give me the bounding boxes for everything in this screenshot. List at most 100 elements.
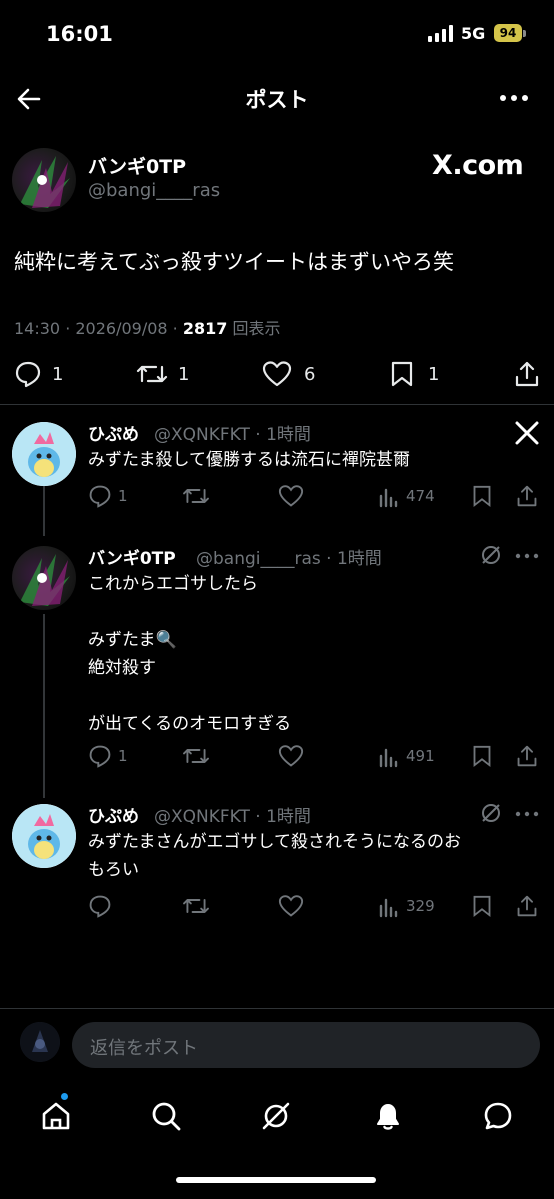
thread-line — [43, 614, 45, 798]
view-count: 491 — [406, 747, 435, 765]
divider — [0, 404, 554, 405]
avatar[interactable] — [20, 1022, 60, 1062]
reply-count: 1 — [118, 487, 128, 505]
bookmark-button[interactable] — [472, 744, 492, 768]
notification-dot — [61, 1093, 68, 1100]
more-dots-icon[interactable] — [514, 546, 540, 566]
views-button[interactable] — [378, 896, 400, 918]
share-button[interactable] — [516, 744, 538, 768]
grok-icon[interactable] — [480, 802, 502, 824]
reply-handle-time[interactable]: @XQNKFKT · 1時間 — [154, 420, 311, 445]
views-button[interactable] — [378, 486, 400, 508]
author-handle[interactable]: @bangi____ras — [88, 180, 220, 201]
repost-button[interactable] — [182, 484, 210, 508]
reply-handle-time[interactable]: @bangi____ras · 1時間 — [196, 544, 382, 569]
avatar-art-icon — [20, 554, 70, 606]
view-count: 2817 — [182, 319, 228, 338]
reply-author-name[interactable]: ひぷめ — [88, 420, 139, 445]
share-icon — [517, 745, 537, 767]
nav-search[interactable] — [150, 1100, 182, 1132]
comment-icon — [15, 361, 41, 388]
repost-count: 1 — [178, 364, 190, 385]
like-button[interactable] — [278, 484, 304, 508]
more-dots-icon[interactable] — [514, 804, 540, 824]
like-button[interactable] — [278, 744, 304, 768]
analytics-icon — [379, 748, 398, 768]
like-button[interactable] — [262, 360, 292, 388]
reply-author-name[interactable]: ひぷめ — [88, 802, 139, 827]
heart-icon — [278, 745, 304, 767]
bookmark-button[interactable] — [472, 484, 492, 508]
home-indicator — [176, 1177, 376, 1183]
brand-text: X.com — [432, 150, 524, 181]
reply-input-placeholder[interactable]: 返信をポスト — [90, 1034, 198, 1060]
avatar[interactable] — [12, 422, 76, 486]
status-time: 16:01 — [46, 22, 113, 46]
reply-count: 1 — [52, 364, 64, 385]
reply-author-name[interactable]: バンギ0TP — [88, 544, 176, 569]
grok-icon[interactable] — [480, 544, 502, 566]
analytics-icon — [379, 488, 398, 508]
thread-line — [43, 486, 45, 536]
more-dots-icon — [500, 95, 528, 101]
view-count: 329 — [406, 897, 435, 915]
bookmark-icon — [473, 745, 491, 768]
post-detail-screen: 16:01 5G 94 ポスト バンギ0TP @bangi____ras X.c… — [0, 0, 554, 1199]
bookmark-button[interactable] — [472, 894, 492, 918]
chat-icon — [484, 1102, 512, 1130]
bookmark-icon — [473, 485, 491, 508]
view-label: 回表示 — [227, 319, 281, 338]
reply-count: 1 — [118, 747, 128, 765]
author-name[interactable]: バンギ0TP — [88, 152, 186, 179]
avatar[interactable] — [12, 804, 76, 868]
comment-icon — [89, 485, 111, 508]
reply-button[interactable] — [14, 360, 42, 388]
battery-tip — [523, 30, 526, 37]
like-button[interactable] — [278, 894, 304, 918]
share-icon — [517, 895, 537, 917]
x-logo-icon — [514, 420, 540, 446]
avatar[interactable] — [12, 546, 76, 610]
share-button[interactable] — [514, 360, 540, 388]
comment-icon — [89, 745, 111, 768]
reply-button[interactable] — [88, 894, 112, 918]
nav-grok[interactable] — [260, 1100, 292, 1132]
analytics-icon — [379, 898, 398, 918]
avatar-art-icon — [12, 804, 76, 868]
bookmark-icon — [391, 361, 413, 387]
view-count: 474 — [406, 487, 435, 505]
more-options-button[interactable] — [498, 86, 530, 110]
repost-icon — [183, 899, 209, 913]
repost-button[interactable] — [182, 894, 210, 918]
share-icon — [517, 485, 537, 507]
avatar-art-icon — [20, 1022, 60, 1062]
reply-text: これからエゴサしたら みずたま🔍 絶対殺す が出てくるのオモロすぎる — [88, 574, 292, 734]
nav-home[interactable] — [40, 1100, 72, 1132]
bookmark-button[interactable] — [390, 360, 414, 388]
avatar-art-icon — [20, 156, 70, 208]
nav-notifications[interactable] — [372, 1100, 404, 1132]
battery-icon: 94 — [494, 24, 522, 42]
reply-button[interactable] — [88, 484, 112, 508]
post-text: 純粋に考えてぶっ殺すツイートはまずいやろ笑 — [14, 250, 454, 274]
heart-icon — [262, 361, 292, 387]
repost-button[interactable] — [182, 744, 210, 768]
grok-icon — [262, 1102, 290, 1130]
repost-icon — [183, 489, 209, 503]
avatar[interactable] — [12, 148, 76, 212]
reply-button[interactable] — [88, 744, 112, 768]
bookmark-icon — [473, 895, 491, 918]
share-button[interactable] — [516, 484, 538, 508]
repost-icon — [183, 749, 209, 763]
post-meta: 14:30 · 2026/09/08 · 2817 回表示 — [14, 315, 280, 339]
repost-button[interactable] — [136, 360, 168, 388]
reply-text: みずたま殺して優勝するは流石に禪院甚爾 — [88, 450, 410, 470]
divider — [0, 1008, 554, 1009]
views-button[interactable] — [378, 746, 400, 768]
reply-text: みずたまさんがエゴサして殺されそうになるのお もろい — [88, 832, 461, 880]
nav-messages[interactable] — [482, 1100, 514, 1132]
share-button[interactable] — [516, 894, 538, 918]
heart-icon — [278, 485, 304, 507]
heart-icon — [278, 895, 304, 917]
reply-handle-time[interactable]: @XQNKFKT · 1時間 — [154, 802, 311, 827]
